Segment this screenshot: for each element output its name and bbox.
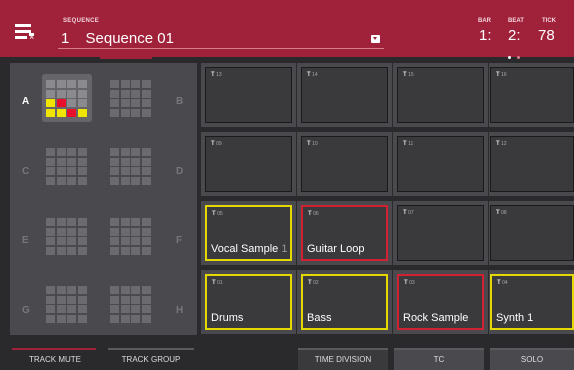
tc-button[interactable]: TC bbox=[394, 350, 484, 370]
beat-indicator bbox=[508, 46, 526, 64]
track-pad-15[interactable]: T 15 bbox=[397, 67, 484, 123]
bank-c-grid[interactable] bbox=[42, 142, 92, 190]
track-pad-03[interactable]: T 03 Rock Sample bbox=[397, 274, 484, 330]
track-pad-10[interactable]: T 10 bbox=[301, 136, 388, 192]
sequence-number: 1 bbox=[61, 30, 70, 47]
menu-icon[interactable]: × bbox=[15, 24, 37, 42]
track-number: 04 bbox=[502, 280, 508, 286]
track-name: Guitar Loop bbox=[307, 243, 365, 255]
pad-bank-panel bbox=[10, 63, 197, 335]
header-tab-marker bbox=[100, 55, 152, 59]
track-number: 10 bbox=[312, 141, 318, 147]
track-name: Vocal Sample bbox=[211, 243, 279, 255]
track-name: Rock Sample bbox=[403, 312, 469, 324]
track-number: 06 bbox=[313, 211, 319, 217]
bar-value[interactable]: 1: bbox=[479, 27, 492, 44]
bank-a-grid[interactable] bbox=[42, 74, 92, 122]
bank-letter-c: C bbox=[22, 166, 30, 177]
track-pad-09[interactable]: T 09 bbox=[205, 136, 292, 192]
track-number: 09 bbox=[216, 141, 222, 147]
track-number: 12 bbox=[501, 141, 507, 147]
track-pad-12[interactable]: T 12 bbox=[490, 136, 574, 192]
track-pad-14[interactable]: T 14 bbox=[301, 67, 388, 123]
track-pad-01[interactable]: T 01 Drums bbox=[205, 274, 292, 330]
track-number: 02 bbox=[313, 280, 319, 286]
bank-letter-e: E bbox=[22, 235, 29, 246]
bank-letter-b: B bbox=[176, 96, 184, 107]
track-number: 16 bbox=[501, 72, 507, 78]
track-name: Synth 1 bbox=[496, 312, 534, 324]
bank-letter-d: D bbox=[176, 166, 184, 177]
time-division-button[interactable]: TIME DIVISION bbox=[298, 350, 388, 370]
chevron-down-icon[interactable] bbox=[371, 35, 380, 43]
track-number: 14 bbox=[312, 72, 318, 78]
track-pad-06[interactable]: T 06 Guitar Loop bbox=[301, 205, 388, 261]
header-bar: × SEQUENCE 1 Sequence 01 BAR 1: BEAT 2: … bbox=[0, 0, 574, 59]
track-number: 07 bbox=[408, 210, 414, 216]
bank-b-grid[interactable] bbox=[106, 74, 156, 122]
solo-button[interactable]: SOLO bbox=[490, 350, 574, 370]
bank-d-grid[interactable] bbox=[106, 142, 156, 190]
track-mute-button[interactable]: TRACK MUTE bbox=[12, 350, 98, 370]
track-name-suffix: 1 bbox=[281, 243, 288, 255]
bank-h-grid[interactable] bbox=[106, 280, 156, 328]
track-pad-16[interactable]: T 16 bbox=[490, 67, 574, 123]
track-number: 05 bbox=[217, 211, 223, 217]
bank-e-grid[interactable] bbox=[42, 212, 92, 260]
track-number: 01 bbox=[217, 280, 223, 286]
bank-g-grid[interactable] bbox=[42, 280, 92, 328]
track-number: 03 bbox=[409, 280, 415, 286]
track-number: 08 bbox=[501, 210, 507, 216]
track-pad-04[interactable]: T 04 Synth 1 bbox=[490, 274, 574, 330]
sequence-underline bbox=[58, 48, 384, 49]
bank-letter-h: H bbox=[176, 305, 184, 316]
track-name: Bass bbox=[307, 312, 332, 324]
bank-letter-a: A bbox=[22, 96, 30, 107]
sequence-name: Sequence 01 bbox=[85, 30, 174, 47]
tick-label: TICK bbox=[542, 18, 556, 24]
beat-value[interactable]: 2: bbox=[508, 27, 521, 44]
track-pad-05[interactable]: T 05 Vocal Sample 1 bbox=[205, 205, 292, 261]
track-number: 15 bbox=[408, 72, 414, 78]
beat-label: BEAT bbox=[508, 18, 524, 24]
track-pad-02[interactable]: T 02 Bass bbox=[301, 274, 388, 330]
sequence-label: SEQUENCE bbox=[63, 18, 100, 24]
track-pad-08[interactable]: T 08 bbox=[490, 205, 574, 261]
track-pad-11[interactable]: T 11 bbox=[397, 136, 484, 192]
track-pad-07[interactable]: T 07 bbox=[397, 205, 484, 261]
track-number: 11 bbox=[408, 141, 414, 147]
sequence-selector[interactable]: 1 Sequence 01 bbox=[61, 30, 174, 47]
track-number: 13 bbox=[216, 72, 222, 78]
bank-f-grid[interactable] bbox=[106, 212, 156, 260]
bank-letter-f: F bbox=[176, 235, 183, 246]
bank-letter-g: G bbox=[22, 305, 30, 316]
track-name: Drums bbox=[211, 312, 244, 324]
track-pad-13[interactable]: T 13 bbox=[205, 67, 292, 123]
bar-label: BAR bbox=[478, 18, 491, 24]
track-group-button[interactable]: TRACK GROUP bbox=[106, 350, 196, 370]
tick-value[interactable]: 78 bbox=[538, 27, 555, 44]
